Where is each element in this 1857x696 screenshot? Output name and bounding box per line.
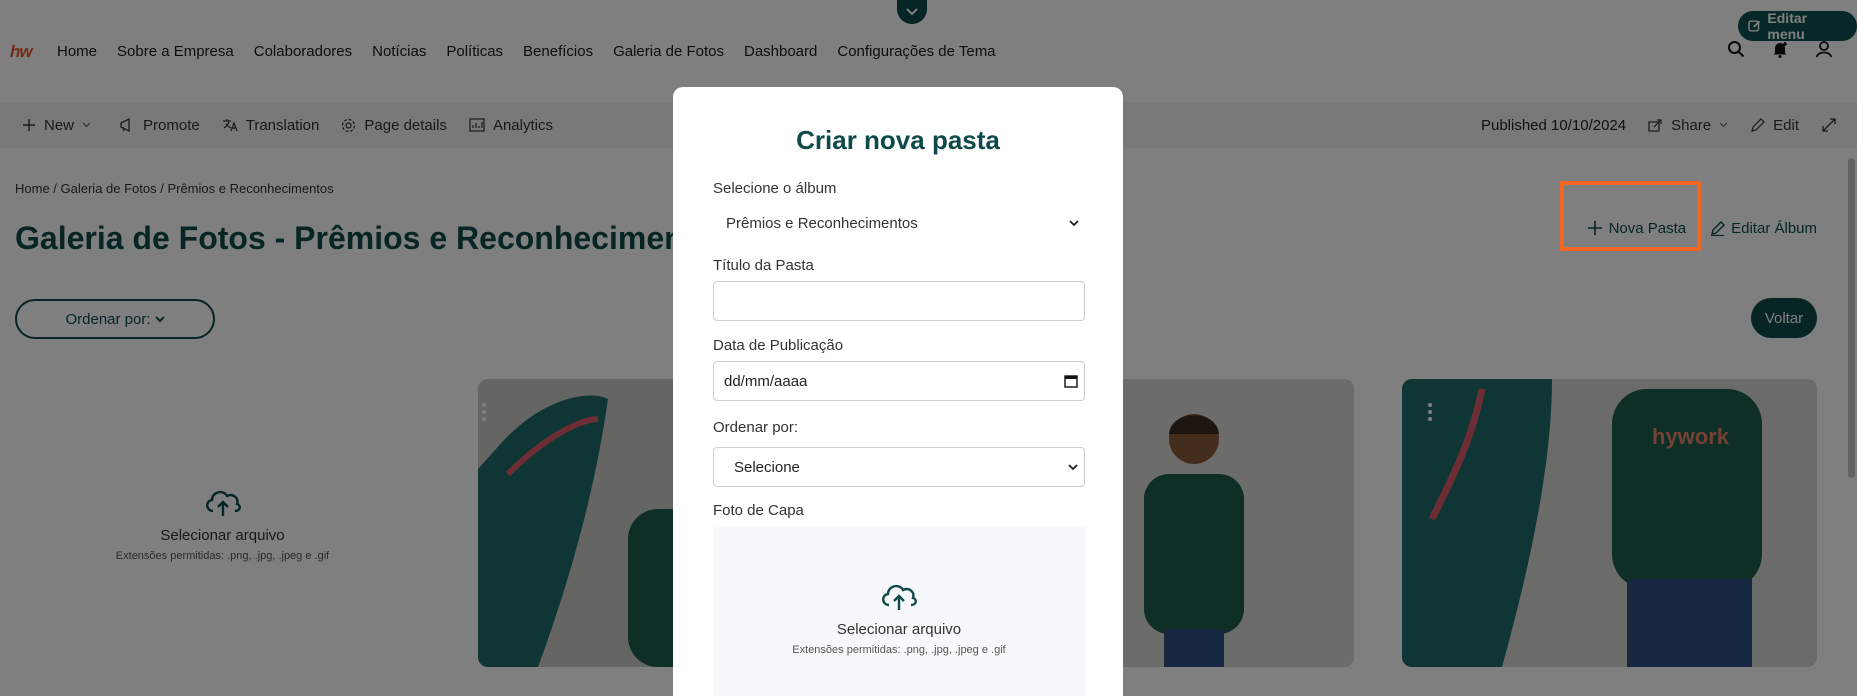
album-select[interactable]: Prêmios e Reconhecimentos <box>713 207 1085 239</box>
modal-title: Criar nova pasta <box>796 125 1000 155</box>
cloud-upload-icon <box>882 584 917 610</box>
cover-upload-title: Selecionar arquivo <box>836 620 962 638</box>
order-label: Ordenar por: <box>713 419 799 436</box>
order-select[interactable]: Selecione <box>713 447 1085 487</box>
calendar-icon[interactable] <box>1064 374 1078 388</box>
folder-title-label: Título da Pasta <box>713 257 814 274</box>
criar-nova-pasta-modal: Criar nova pasta Selecione o álbum Prêmi… <box>673 87 1123 696</box>
order-select-value: Selecione <box>734 458 800 476</box>
date-label: Data de Publicação <box>713 337 844 354</box>
cover-upload-subtitle: Extensões permitidas: .png, .jpg, .jpeg … <box>792 643 1006 656</box>
chevron-down-icon <box>1068 463 1078 470</box>
album-select-value: Prêmios e Reconhecimentos <box>726 214 918 232</box>
date-input-value: dd/mm/aaaa <box>724 372 808 390</box>
cover-upload-area[interactable]: Selecionar arquivo Extensões permitidas:… <box>713 527 1085 696</box>
album-label: Selecione o álbum <box>713 180 837 197</box>
date-input[interactable]: dd/mm/aaaa <box>713 361 1085 401</box>
folder-title-input[interactable] <box>713 281 1085 321</box>
chevron-down-icon <box>1069 219 1079 226</box>
cover-label: Foto de Capa <box>713 502 804 519</box>
